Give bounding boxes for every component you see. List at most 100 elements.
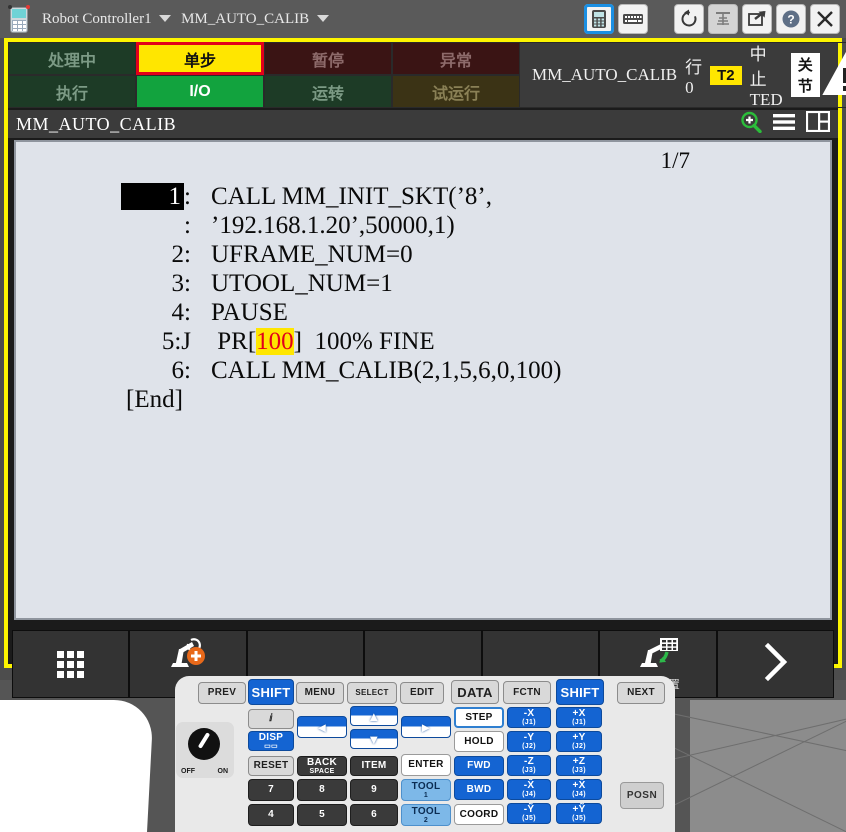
key-hold[interactable]: HOLD: [454, 731, 504, 752]
chevron-down-icon[interactable]: [159, 14, 172, 22]
status-light-running[interactable]: 执行: [8, 75, 136, 108]
code-line-text: PR[: [211, 328, 257, 355]
close-icon[interactable]: [810, 4, 840, 34]
key-coord[interactable]: COORD: [454, 804, 504, 825]
layout-split-icon[interactable]: [805, 110, 831, 137]
key-label: 7: [268, 784, 274, 795]
key-6[interactable]: 6: [350, 804, 398, 826]
key-x[interactable]: +X (J1): [556, 707, 602, 728]
key-7[interactable]: 7: [248, 779, 294, 801]
key-fctn[interactable]: FCTN: [503, 681, 551, 704]
key-[interactable]: ▼: [350, 729, 398, 749]
key-[interactable]: ►: [401, 716, 451, 738]
key-reset[interactable]: RESET: [248, 756, 294, 776]
key-label: ENTER: [408, 759, 444, 770]
key-edit[interactable]: EDIT: [400, 682, 444, 704]
key-[interactable]: ◄: [297, 716, 347, 738]
key-label: +X̃: [572, 780, 586, 791]
code-line[interactable]: 4: PAUSE: [16, 298, 830, 327]
line-number: 5: [161, 328, 175, 355]
status-light-paused[interactable]: 暂停: [264, 42, 392, 75]
program-editor[interactable]: 1/7 1: CALL MM_INIT_SKT(’8’, : ’192.168.…: [14, 140, 832, 620]
key-8[interactable]: 8: [297, 779, 347, 801]
key-bwd[interactable]: BWD: [454, 779, 504, 800]
code-line-text: CALL MM_CALIB(2,1,5,6,0,100): [211, 357, 562, 384]
antenna-icon[interactable]: [708, 4, 738, 34]
program-header-name: MM_AUTO_CALIB: [16, 113, 177, 134]
key-[interactable]: ⅈ: [248, 709, 294, 729]
code-line[interactable]: 6: CALL MM_CALIB(2,1,5,6,0,100): [16, 356, 830, 385]
key-5[interactable]: 5: [297, 804, 347, 826]
key-shift[interactable]: SHIFT: [556, 679, 604, 705]
status-light-operating[interactable]: 运转: [264, 75, 392, 108]
key-fwd[interactable]: FWD: [454, 756, 504, 776]
key-[interactable]: +Ỹ (J5): [556, 803, 602, 824]
key-z[interactable]: -Z (J3): [507, 755, 551, 776]
key-[interactable]: ▲: [350, 706, 398, 726]
code-line[interactable]: 2: UFRAME_NUM=0: [16, 240, 830, 269]
status-light-io[interactable]: I/O: [136, 75, 264, 108]
controller-name[interactable]: Robot Controller1: [42, 11, 152, 27]
key-label: 6: [371, 809, 377, 820]
key-data[interactable]: DATA: [451, 680, 499, 704]
key-x[interactable]: -X (J1): [507, 707, 551, 728]
key-enter[interactable]: ENTER: [401, 754, 451, 776]
key-back[interactable]: BACK SPACE: [297, 756, 347, 776]
highlighted-register-value[interactable]: 100: [256, 328, 294, 355]
softkey-next-page[interactable]: [716, 630, 834, 698]
key-tool[interactable]: TOOL 2: [401, 804, 451, 826]
menu-lines-icon[interactable]: [772, 112, 796, 137]
key-x[interactable]: +X̃ (J4): [556, 779, 602, 800]
teach-pendant-view-icon[interactable]: [584, 4, 614, 34]
reset-icon[interactable]: [674, 4, 704, 34]
softkey-app-grid[interactable]: [12, 630, 130, 698]
key-prev[interactable]: PREV: [198, 682, 246, 704]
key-sublabel: SPACE: [309, 767, 335, 775]
key-shift[interactable]: SHIFT: [248, 679, 294, 705]
status-message: MM_AUTO_CALIB 行0 T2 中止TED 关节: [520, 42, 820, 109]
keyboard-view-icon[interactable]: [618, 4, 648, 34]
popout-icon[interactable]: [742, 4, 772, 34]
status-light-test-run[interactable]: 试运行: [392, 75, 520, 108]
code-line[interactable]: 1: CALL MM_INIT_SKT(’8’,: [16, 182, 830, 211]
status-light-single-step[interactable]: 单步: [136, 42, 264, 75]
chevron-down-icon[interactable]: [316, 14, 329, 22]
key-next[interactable]: NEXT: [617, 682, 665, 704]
code-line[interactable]: 3: UTOOL_NUM=1: [16, 269, 830, 298]
key-label: COORD: [459, 808, 499, 820]
chevron-right-icon: [760, 642, 790, 687]
robot-plus-icon: [167, 637, 209, 674]
status-light-fault[interactable]: 异常: [392, 42, 520, 75]
status-bar: 处理中 单步 暂停 异常 执行 I/O 运转 试运行 MM_AUTO_CALIB…: [8, 42, 846, 109]
key-label: TOOL: [411, 805, 441, 817]
help-icon[interactable]: ?: [776, 4, 806, 34]
titlebar-program-name[interactable]: MM_AUTO_CALIB: [181, 11, 309, 27]
code-line[interactable]: 5:J PR[100] 100% FINE: [16, 327, 830, 356]
key-select[interactable]: SELECT: [347, 682, 397, 704]
key-menu[interactable]: MENU: [296, 682, 344, 704]
key-4[interactable]: 4: [248, 804, 294, 826]
key-z[interactable]: +Z (J3): [556, 755, 602, 776]
key-sublabel: 1: [423, 791, 429, 799]
key-label: -X: [523, 708, 535, 719]
status-light-processing[interactable]: 处理中: [8, 42, 136, 75]
key-label: -Z: [523, 756, 535, 767]
key-disp[interactable]: DISP ▭▭: [248, 731, 294, 751]
power-switch[interactable]: OFF ON: [176, 722, 234, 778]
cursor-line-number: 1: [120, 183, 185, 210]
arrow-icon: ▲: [367, 708, 381, 724]
key-posn[interactable]: POSN: [620, 782, 664, 809]
key-tool[interactable]: TOOL 1: [401, 779, 451, 801]
key-9[interactable]: 9: [350, 779, 398, 801]
key-y[interactable]: +Y (J2): [556, 731, 602, 752]
code-line[interactable]: : ’192.168.1.20’,50000,1): [16, 211, 830, 240]
key-[interactable]: -Ỹ (J5): [507, 803, 551, 824]
key-x[interactable]: -X̃ (J4): [507, 779, 551, 800]
warning-indicator[interactable]: i: [819, 42, 846, 108]
line-number: 2: [171, 241, 185, 268]
key-y[interactable]: -Y (J2): [507, 731, 551, 752]
key-step[interactable]: STEP: [454, 707, 504, 728]
zoom-in-icon[interactable]: [740, 111, 762, 138]
key-item[interactable]: ITEM: [350, 756, 398, 776]
key-label: ⅈ: [269, 713, 273, 724]
